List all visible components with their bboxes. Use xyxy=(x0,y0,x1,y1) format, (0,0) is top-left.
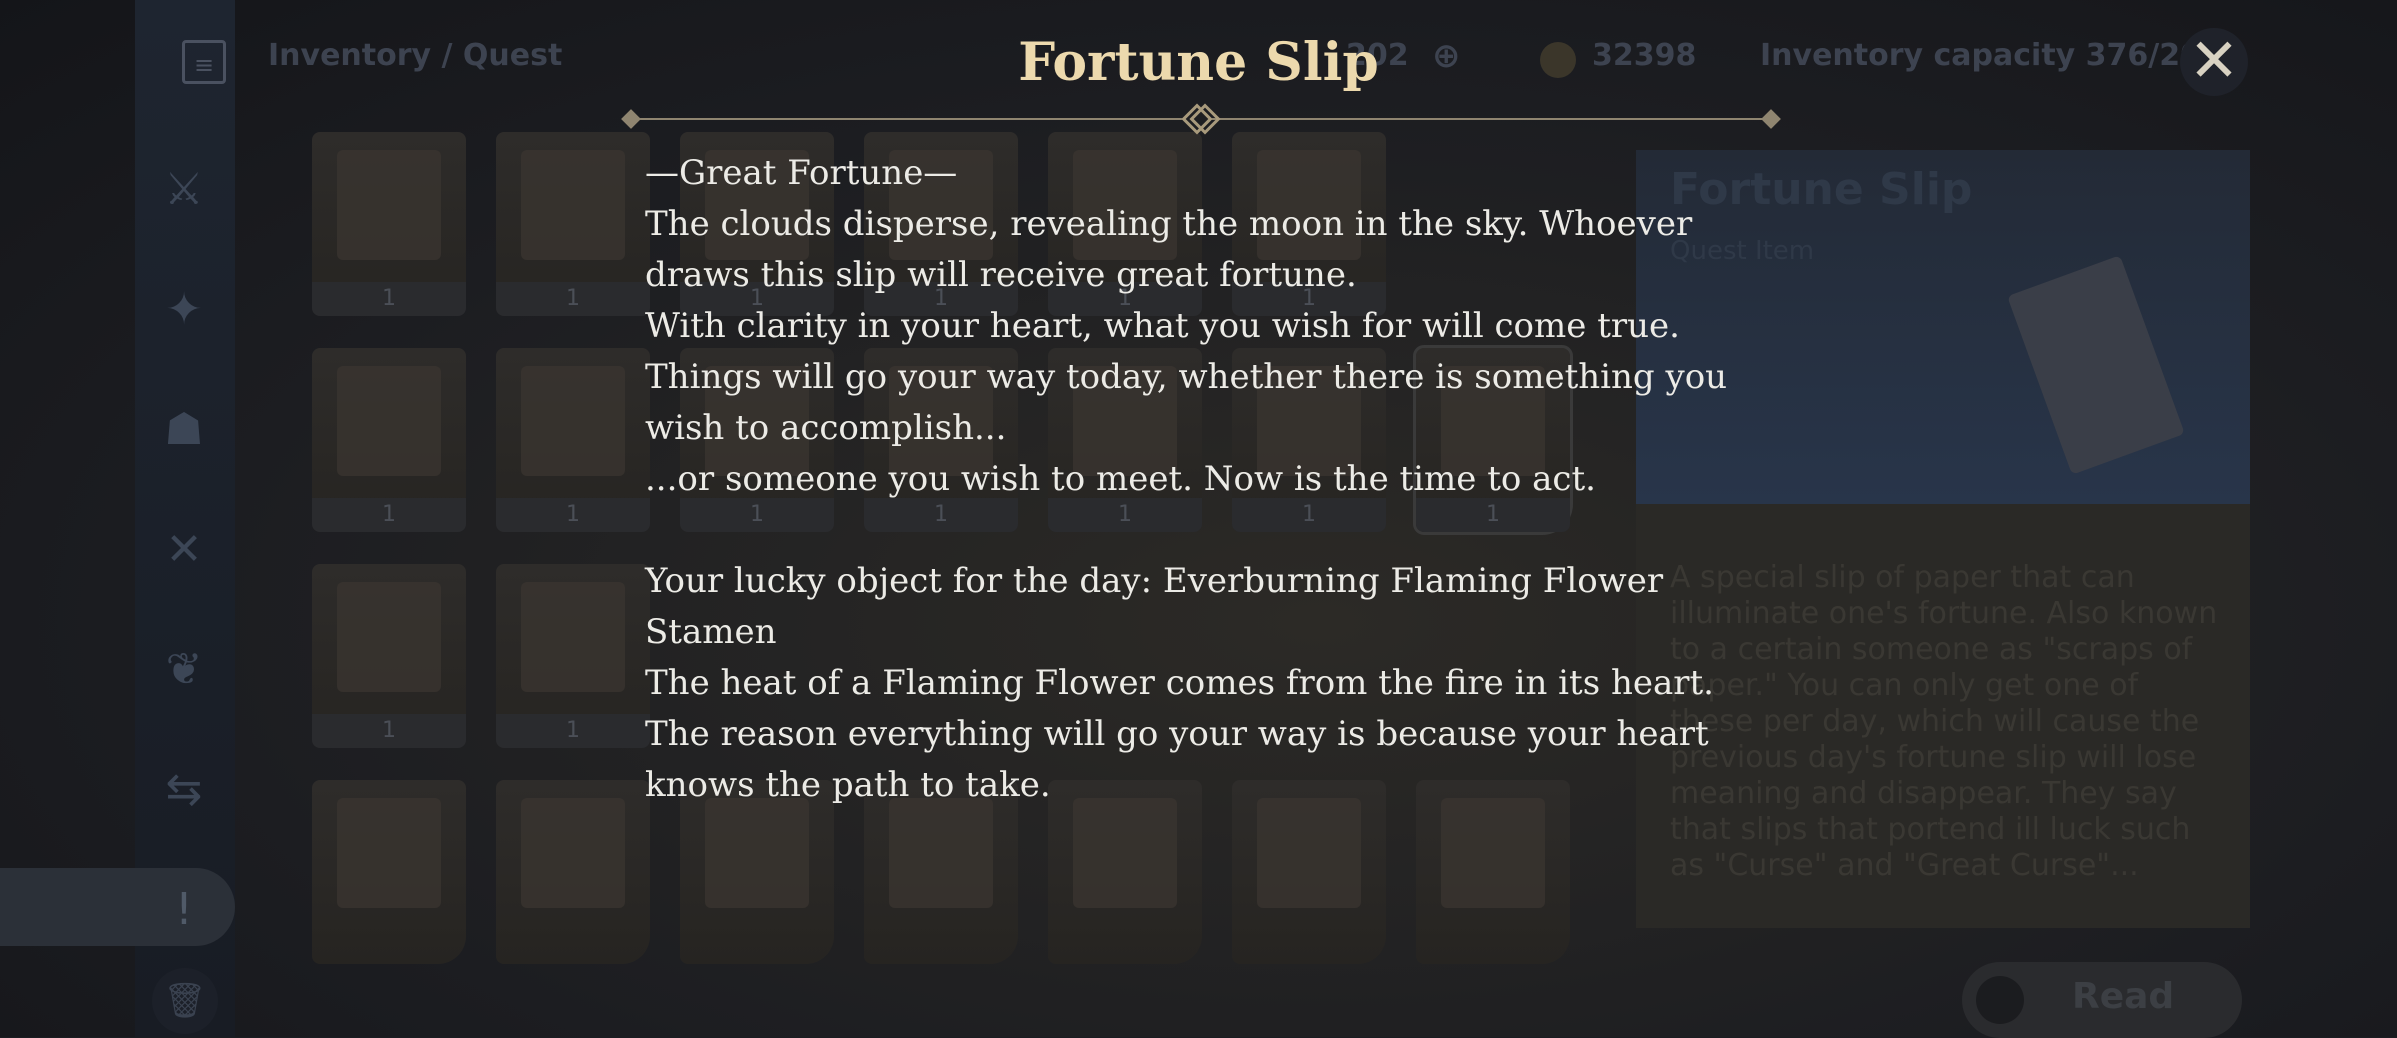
character-category-icon[interactable]: ☗ xyxy=(158,404,210,456)
fortune-line: ...or someone you wish to meet. Now is t… xyxy=(645,459,1596,499)
quest-category-icon[interactable]: ! xyxy=(158,884,210,936)
grid-item[interactable]: 1 xyxy=(496,564,650,748)
weapon-category-icon[interactable]: ⚔ xyxy=(158,164,210,216)
fortune-line: The clouds disperse, revealing the moon … xyxy=(645,204,1693,295)
fortune-text: —Great Fortune— The clouds disperse, rev… xyxy=(645,148,1765,811)
read-button-label: Read xyxy=(2072,976,2175,1017)
grid-item[interactable]: 1 xyxy=(496,132,650,316)
grid-item[interactable]: 1 xyxy=(312,132,466,316)
grid-item[interactable] xyxy=(312,780,466,964)
fortune-line: With clarity in your heart, what you wis… xyxy=(645,306,1680,346)
artifact-category-icon[interactable]: ✦ xyxy=(158,284,210,336)
material-category-icon[interactable]: ❦ xyxy=(158,644,210,696)
fortune-heading: —Great Fortune— xyxy=(645,153,958,193)
lucky-object-line: Your lucky object for the day: Everburni… xyxy=(645,561,1664,652)
gadget-category-icon[interactable]: ⇆ xyxy=(158,764,210,816)
fortune-line: The reason everything will go your way i… xyxy=(645,714,1709,805)
read-button-icon xyxy=(1976,976,2024,1024)
grid-item[interactable] xyxy=(496,780,650,964)
overlay-title: Fortune Slip xyxy=(1018,32,1379,93)
fortune-line: The heat of a Flaming Flower comes from … xyxy=(645,663,1714,703)
trash-icon[interactable]: 🗑 xyxy=(152,968,218,1034)
grid-item[interactable]: 1 xyxy=(312,564,466,748)
read-button[interactable]: Read xyxy=(1962,962,2242,1038)
food-category-icon[interactable]: ✕ xyxy=(158,524,210,576)
grid-item[interactable]: 1 xyxy=(312,348,466,532)
grid-item[interactable]: 1 xyxy=(496,348,650,532)
fortune-slip-image xyxy=(2007,255,2185,475)
fortune-line: Things will go your way today, whether t… xyxy=(645,357,1728,448)
